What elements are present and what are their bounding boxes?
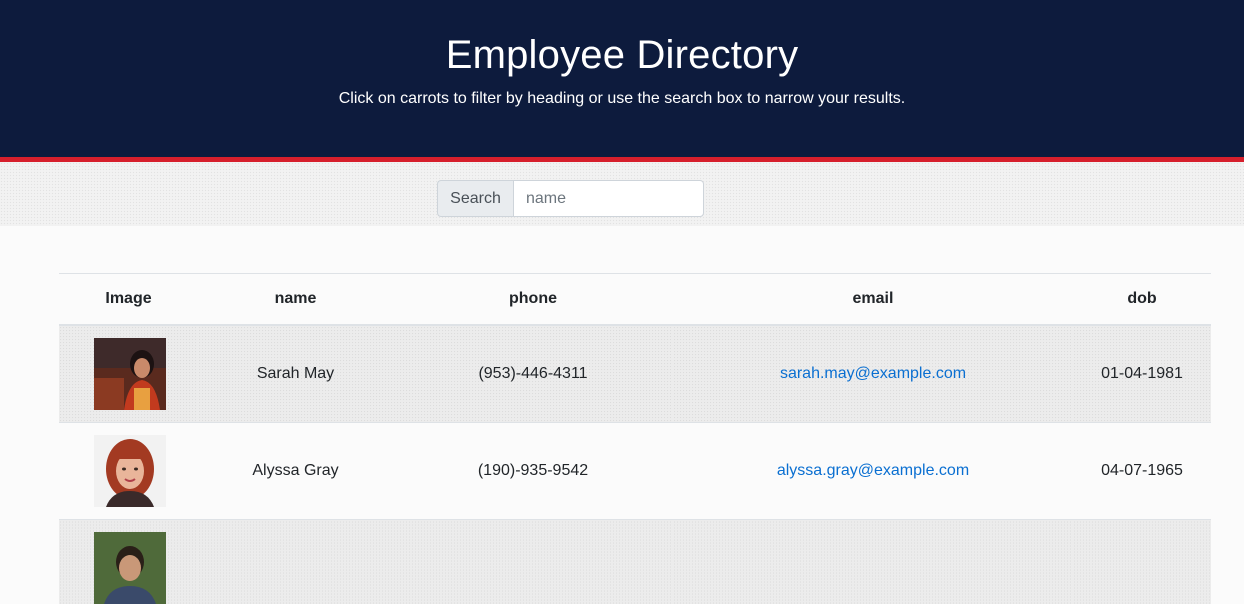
table-row (59, 520, 1211, 604)
column-header-name[interactable]: name (198, 274, 393, 326)
employee-photo (94, 435, 166, 507)
employee-phone (393, 520, 673, 604)
page-subtitle: Click on carrots to filter by heading or… (0, 90, 1244, 108)
table-row: Alyssa Gray (190)-935-9542 alyssa.gray@e… (59, 423, 1211, 520)
table-row: Sarah May (953)-446-4311 sarah.may@examp… (59, 325, 1211, 423)
table-header-row: Image name phone email dob (59, 274, 1211, 326)
employee-photo (94, 532, 166, 604)
employee-image-cell (59, 520, 198, 604)
employee-dob: 01-04-1981 (1073, 325, 1211, 423)
employee-name: Sarah May (198, 325, 393, 423)
employee-image-cell (59, 423, 198, 520)
employee-image-cell (59, 325, 198, 423)
search-label: Search (437, 180, 513, 217)
search-group: Search (437, 180, 704, 217)
employee-email-link[interactable]: alyssa.gray@example.com (777, 462, 969, 479)
employee-email-cell (673, 520, 1073, 604)
employee-phone: (190)-935-9542 (393, 423, 673, 520)
employee-photo (94, 338, 166, 410)
column-header-image[interactable]: Image (59, 274, 198, 326)
employee-dob: 04-07-1965 (1073, 423, 1211, 520)
employee-email-link[interactable]: sarah.may@example.com (780, 365, 966, 382)
employee-phone: (953)-446-4311 (393, 325, 673, 423)
page-header: Employee Directory Click on carrots to f… (0, 0, 1244, 157)
search-input[interactable] (513, 180, 704, 217)
page-title: Employee Directory (0, 33, 1244, 78)
employee-name: Alyssa Gray (198, 423, 393, 520)
employee-table: Image name phone email dob (59, 273, 1211, 604)
employee-email-cell: alyssa.gray@example.com (673, 423, 1073, 520)
employee-table-container: Image name phone email dob (59, 273, 1211, 604)
column-header-dob[interactable]: dob (1073, 274, 1211, 326)
employee-name (198, 520, 393, 604)
search-bar-area: Search (0, 162, 1244, 226)
column-header-phone[interactable]: phone (393, 274, 673, 326)
employee-email-cell: sarah.may@example.com (673, 325, 1073, 423)
column-header-email[interactable]: email (673, 274, 1073, 326)
employee-dob (1073, 520, 1211, 604)
